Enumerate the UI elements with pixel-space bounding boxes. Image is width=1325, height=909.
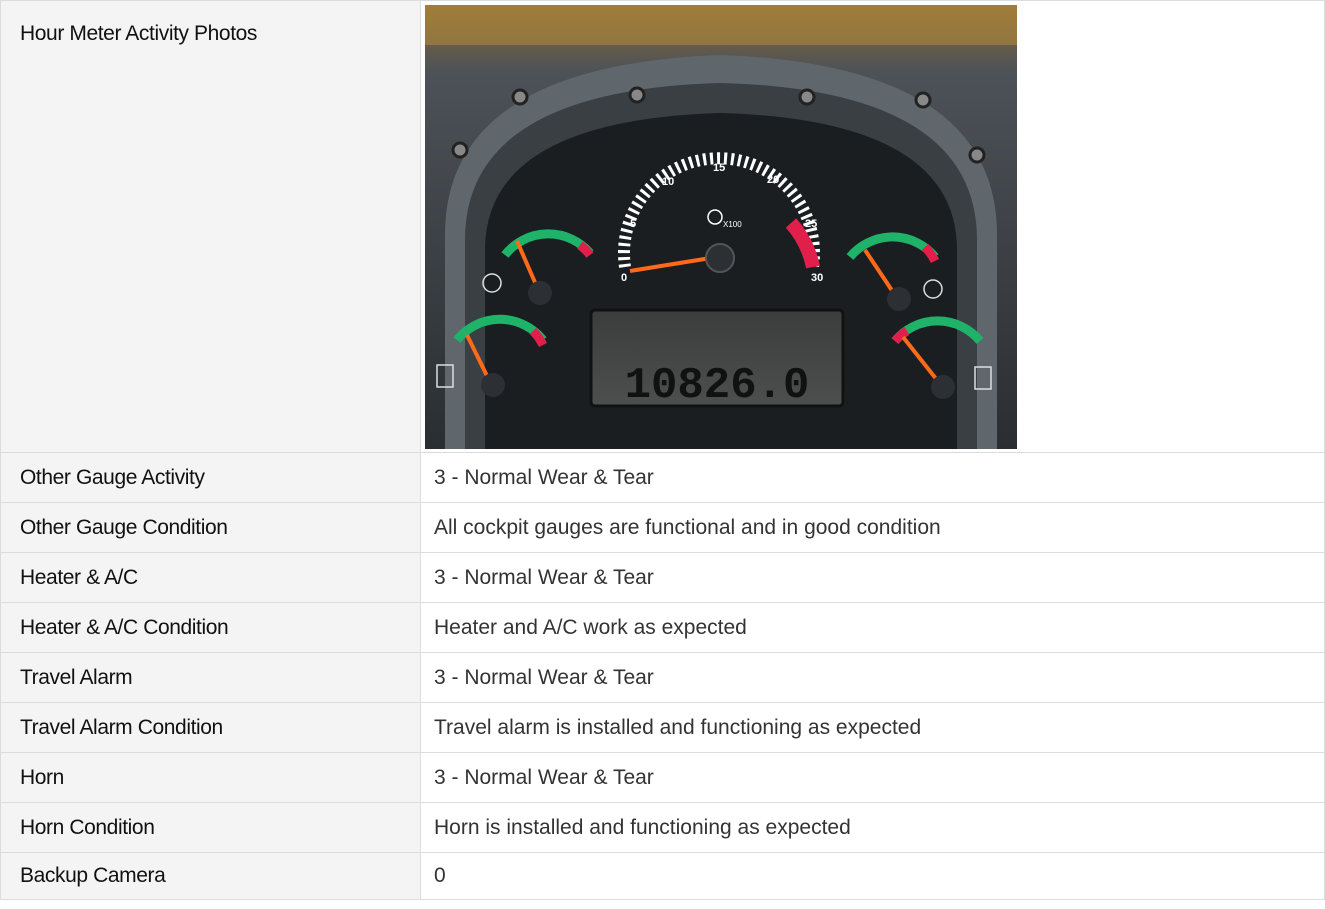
- row-value: All cockpit gauges are functional and in…: [420, 502, 1325, 553]
- table-row: Other Gauge Activity 3 - Normal Wear & T…: [0, 452, 1325, 503]
- table-row: Travel Alarm Condition Travel alarm is i…: [0, 702, 1325, 753]
- row-value: 3 - Normal Wear & Tear: [420, 752, 1325, 803]
- row-label: Horn: [0, 752, 421, 803]
- table-row: Heater & A/C 3 - Normal Wear & Tear: [0, 552, 1325, 603]
- row-value: 3 - Normal Wear & Tear: [420, 552, 1325, 603]
- tach-label: 5: [630, 218, 636, 230]
- tach-label: 15: [713, 162, 725, 174]
- tach-label: 20: [767, 174, 779, 186]
- inspection-table: Hour Meter Activity Photos 0 5 10 15 20 …: [0, 0, 1325, 900]
- tach-label: 0: [621, 272, 627, 284]
- row-label: Other Gauge Activity: [0, 452, 421, 503]
- table-row: Horn 3 - Normal Wear & Tear: [0, 752, 1325, 803]
- row-value: 0: [420, 852, 1325, 900]
- table-row: Horn Condition Horn is installed and fun…: [0, 802, 1325, 853]
- hour-reading: 10826.0: [625, 361, 810, 411]
- row-label: Hour Meter Activity Photos: [0, 0, 421, 453]
- row-value: 3 - Normal Wear & Tear: [420, 452, 1325, 503]
- row-label: Travel Alarm Condition: [0, 702, 421, 753]
- hour-meter-display: 10826.0: [589, 308, 845, 411]
- table-row: Hour Meter Activity Photos 0 5 10 15 20 …: [0, 0, 1325, 453]
- table-row: Other Gauge Condition All cockpit gauges…: [0, 502, 1325, 553]
- row-label: Heater & A/C: [0, 552, 421, 603]
- row-value: 3 - Normal Wear & Tear: [420, 652, 1325, 703]
- tach-label: 30: [811, 272, 823, 284]
- table-row: Heater & A/C Condition Heater and A/C wo…: [0, 602, 1325, 653]
- tach-unit: X100: [723, 220, 742, 229]
- row-value: Horn is installed and functioning as exp…: [420, 802, 1325, 853]
- tach-label: 10: [662, 176, 674, 188]
- row-label: Other Gauge Condition: [0, 502, 421, 553]
- row-label: Backup Camera: [0, 852, 421, 900]
- hour-meter-photo-cell: 0 5 10 15 20 25 30 X100 10826.0: [420, 0, 1325, 453]
- row-label: Horn Condition: [0, 802, 421, 853]
- row-label: Heater & A/C Condition: [0, 602, 421, 653]
- hour-meter-photo[interactable]: 0 5 10 15 20 25 30 X100 10826.0: [425, 5, 1017, 449]
- table-row: Travel Alarm 3 - Normal Wear & Tear: [0, 652, 1325, 703]
- tach-label: 25: [805, 218, 817, 230]
- row-label: Travel Alarm: [0, 652, 421, 703]
- row-value: Travel alarm is installed and functionin…: [420, 702, 1325, 753]
- table-row: Backup Camera 0: [0, 852, 1325, 900]
- row-value: Heater and A/C work as expected: [420, 602, 1325, 653]
